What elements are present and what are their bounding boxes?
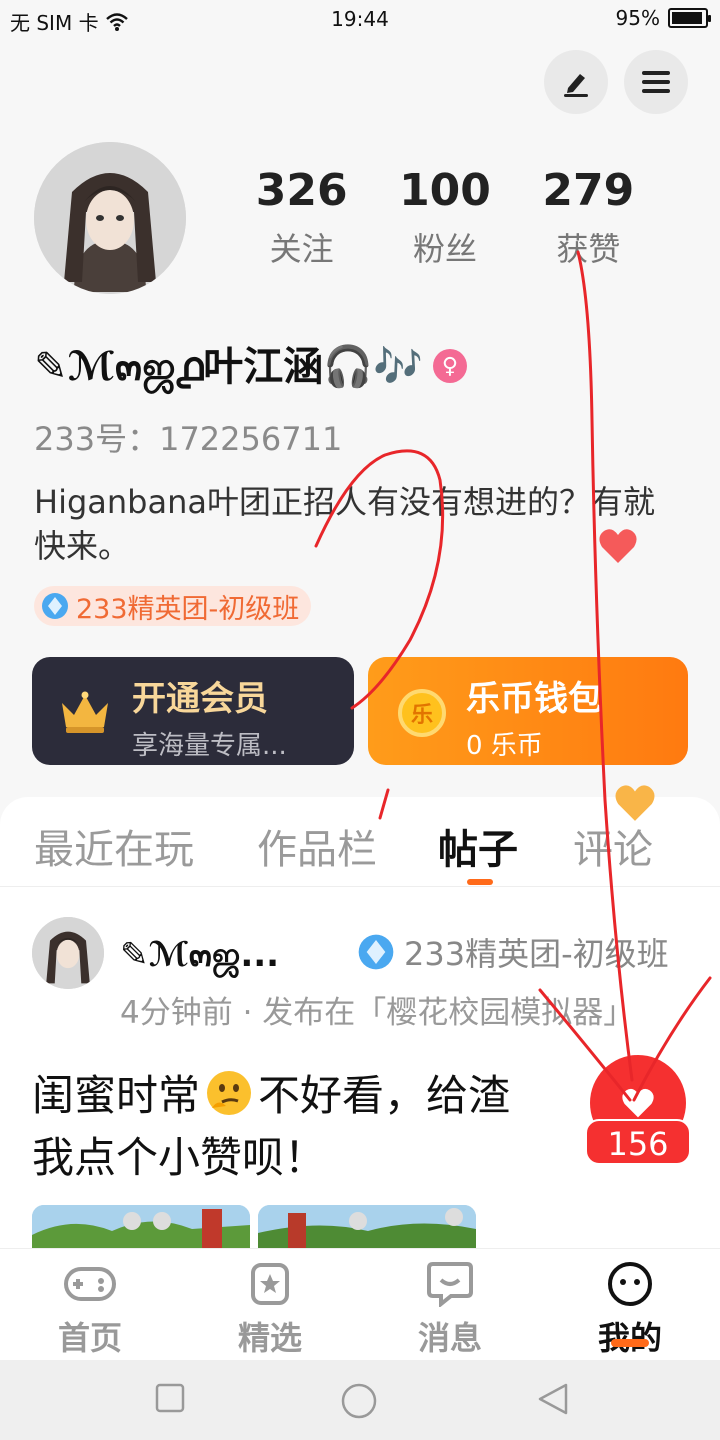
nav-featured-label: 精选	[237, 1319, 302, 1357]
post-title-part1: 闺蜜时常	[32, 1071, 201, 1120]
followers-label: 粉丝	[412, 230, 477, 268]
active-nav-indicator	[611, 1339, 649, 1347]
gamepad-icon	[64, 1267, 116, 1301]
post-title[interactable]: 闺蜜时常 不好看，给渣 我点个小赞呗！	[32, 1065, 652, 1189]
active-tab-indicator	[467, 879, 493, 885]
status-bar: 无 SIM 卡 19:44 95%	[0, 0, 720, 38]
nav-featured[interactable]: 精选	[210, 1261, 330, 1359]
content-sheet: 最近在玩 作品栏 帖子 评论 ✎ℳ๓ஜ... 233精英团-初级班 4分钟前 ·…	[0, 785, 720, 1257]
stat-likes[interactable]: 279 获赞	[517, 165, 660, 270]
followers-count: 100	[399, 165, 491, 216]
stat-following[interactable]: 326 关注	[230, 165, 373, 270]
crystal-badge-icon	[42, 593, 68, 619]
star-bookmark-icon	[251, 1263, 289, 1305]
post-title-part2: 不好看，给渣	[258, 1071, 511, 1120]
stat-followers[interactable]: 100 粉丝	[373, 165, 516, 270]
heart-icon	[622, 1088, 654, 1118]
hamburger-menu-icon	[642, 71, 670, 93]
following-count: 326	[255, 165, 348, 216]
post-author-badge: 233精英团-初级班	[356, 929, 669, 975]
post-author-avatar[interactable]	[32, 917, 104, 989]
vip-title: 开通会员	[132, 679, 268, 719]
nav-messages[interactable]: 消息	[390, 1261, 510, 1359]
avatar-image	[32, 917, 104, 989]
profile-bio: Higanbana叶团正招人有没有想进的？有就快来。	[34, 483, 655, 565]
menu-button[interactable]	[624, 50, 688, 114]
battery-percent: 95%	[615, 6, 660, 30]
bottom-navigation: 首页 精选 消息 我的	[0, 1248, 720, 1360]
system-navigation-bar	[0, 1360, 720, 1440]
crown-icon	[62, 691, 108, 733]
post-meta: 4分钟前 · 发布在「樱花校园模拟器」	[120, 995, 635, 1031]
battery-level	[672, 12, 703, 24]
nickname-text: ✎ℳ๓ஜ൧叶江涵🎧🎶	[34, 344, 423, 390]
heart-icon	[599, 529, 637, 563]
edit-profile-button[interactable]	[544, 50, 608, 114]
recents-square-icon[interactable]	[154, 1382, 186, 1414]
tab-works[interactable]: 作品栏	[257, 817, 377, 875]
wallet-balance: 0 乐币	[466, 731, 543, 761]
face-icon	[608, 1262, 652, 1306]
chat-bubble-icon	[427, 1262, 473, 1307]
like-count: 156	[585, 1119, 691, 1165]
crystal-badge-icon	[358, 934, 394, 970]
profile-tabs: 最近在玩 作品栏 帖子 评论	[0, 785, 720, 887]
home-circle-icon[interactable]	[340, 1382, 378, 1420]
following-label: 关注	[269, 230, 334, 268]
wallet-title: 乐币钱包	[466, 679, 602, 719]
vip-subtitle: 享海量专属...	[132, 731, 287, 761]
group-badge[interactable]: 233精英团-初级班	[34, 586, 312, 626]
user-id[interactable]: 233号：172256711	[34, 414, 342, 460]
likes-count: 279	[542, 165, 635, 216]
back-triangle-icon[interactable]	[536, 1382, 570, 1416]
thinking-face-icon	[207, 1071, 252, 1115]
tab-recent-games[interactable]: 最近在玩	[34, 817, 194, 875]
profile-nickname: ✎ℳ๓ஜ൧叶江涵🎧🎶 ♀	[34, 334, 467, 398]
tab-comments[interactable]: 评论	[573, 817, 653, 875]
post-author-name[interactable]: ✎ℳ๓ஜ...	[120, 927, 279, 981]
female-gender-icon: ♀	[432, 349, 467, 383]
pen-icon	[564, 74, 588, 97]
clock: 19:44	[331, 7, 389, 31]
group-badge-label: 233精英团-初级班	[76, 593, 300, 625]
tab-posts[interactable]: 帖子	[438, 817, 518, 875]
nav-messages-label: 消息	[417, 1319, 482, 1357]
wallet-card[interactable]: 乐 乐币钱包 0 乐币	[368, 657, 688, 765]
nav-me-label: 我的	[597, 1319, 662, 1357]
heart-icon	[615, 785, 655, 821]
nav-home[interactable]: 首页	[30, 1261, 150, 1359]
avatar-image	[34, 142, 186, 294]
coin-icon: 乐	[398, 689, 446, 737]
post-title-line2: 我点个小赞呗！	[32, 1133, 327, 1182]
nav-home-label: 首页	[57, 1319, 122, 1357]
battery-icon	[668, 8, 711, 28]
status-right: 95%	[615, 6, 711, 30]
vip-card[interactable]: 开通会员 享海量专属...	[32, 657, 354, 765]
profile-avatar[interactable]	[34, 142, 186, 294]
post-badge-label: 233精英团-初级班	[404, 935, 669, 973]
profile-stats: 326 关注 100 粉丝 279 获赞	[230, 165, 660, 270]
likes-label: 获赞	[556, 230, 621, 268]
